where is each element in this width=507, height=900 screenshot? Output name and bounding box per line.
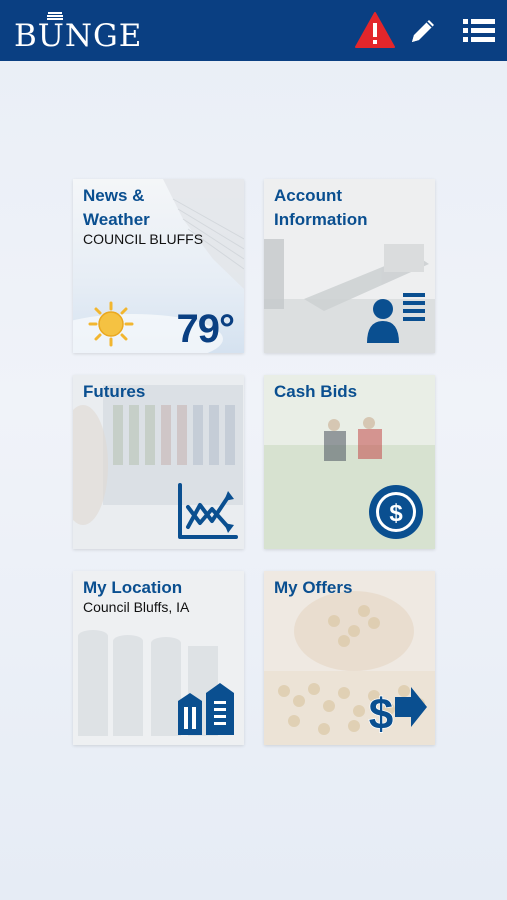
account-title-line2: Information <box>274 210 368 229</box>
account-title-line1: Account <box>274 186 342 205</box>
sun-icon <box>88 301 134 347</box>
list-icon[interactable] <box>463 18 495 44</box>
futures-chart-icon <box>178 483 238 539</box>
pencil-icon[interactable] <box>407 15 439 47</box>
tile-my-location[interactable]: My Location Council Bluffs, IA <box>73 571 244 745</box>
tile-account-information[interactable]: Account Information <box>264 179 435 353</box>
tile-cash-bids[interactable]: Cash Bids $ <box>264 375 435 549</box>
logo-text: BUNGE <box>14 18 142 52</box>
bunge-logo-mark: BUNGE <box>14 12 142 54</box>
my-location-title: My Location <box>83 578 183 597</box>
my-offers-title: My Offers <box>274 578 353 597</box>
news-title-line1: News & <box>83 186 145 205</box>
news-title-line2: Weather <box>83 210 150 229</box>
futures-title: Futures <box>83 382 146 401</box>
news-weather-title: News & Weather <box>83 184 233 232</box>
my-location-subtitle: Council Bluffs, IA <box>83 599 190 615</box>
tile-news-weather[interactable]: News & Weather COUNCIL BLUFFS 79° <box>73 179 244 353</box>
account-list-icon <box>367 293 425 343</box>
cash-bids-title: Cash Bids <box>274 382 358 401</box>
tile-futures[interactable]: Futures <box>73 375 244 549</box>
alert-triangle-icon[interactable] <box>354 11 396 49</box>
svg-text:$: $ <box>389 500 403 527</box>
grain-elevator-icon <box>178 683 234 735</box>
bunge-logo: BUNGE <box>14 12 159 54</box>
dollar-coin-icon: $ <box>369 485 423 539</box>
top-bar: BUNGE <box>0 0 507 61</box>
tile-my-offers[interactable]: My Offers $ <box>264 571 435 745</box>
weather-location: COUNCIL BLUFFS <box>83 231 204 247</box>
svg-text:$: $ <box>369 690 393 735</box>
temperature: 79° <box>176 307 235 351</box>
account-title: Account Information <box>274 184 424 232</box>
dollar-arrow-icon: $ <box>368 687 427 735</box>
